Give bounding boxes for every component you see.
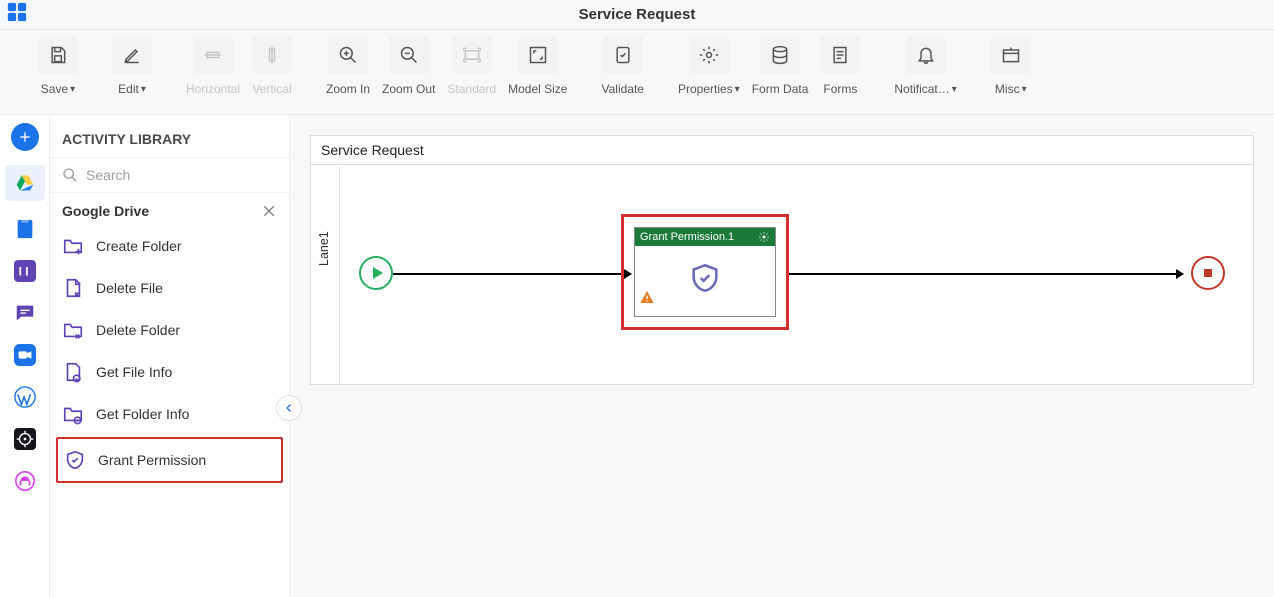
bell-icon — [916, 45, 936, 65]
zoom-standard-button: Standard — [443, 36, 500, 96]
fit-icon — [462, 45, 482, 65]
misc-button[interactable]: Misc▾ — [987, 36, 1035, 96]
shield-check-icon — [64, 449, 86, 471]
file-info-icon — [62, 361, 84, 383]
zoom-in-icon — [338, 45, 358, 65]
activity-node-title: Grant Permission.1 — [640, 231, 734, 243]
activity-grant-permission[interactable]: Grant Permission — [56, 437, 283, 483]
lane-divider — [339, 167, 340, 384]
rail-google-drive[interactable] — [5, 165, 45, 201]
gear-icon[interactable] — [758, 231, 770, 243]
process-pool[interactable]: Service Request Lane1 Grant Permission.1 — [310, 135, 1254, 385]
activity-create-folder[interactable]: Create Folder — [50, 225, 289, 267]
zoom-out-button[interactable]: Zoom Out — [378, 36, 439, 96]
chevron-down-icon: ▾ — [735, 84, 740, 95]
align-vertical-icon — [262, 45, 282, 65]
apps-icon[interactable] — [6, 1, 28, 28]
warning-icon — [639, 289, 655, 310]
search-icon — [62, 166, 78, 184]
sidebar-title: ACTIVITY LIBRARY — [50, 115, 289, 158]
validate-button[interactable]: Validate — [597, 36, 647, 96]
lane-label: Lane1 — [317, 231, 331, 266]
rail-clipboard[interactable] — [11, 215, 39, 243]
chevron-down-icon: ▾ — [70, 84, 75, 95]
folder-info-icon — [62, 403, 84, 425]
rail-target[interactable] — [11, 425, 39, 453]
database-icon — [770, 45, 790, 65]
sequence-flow-2[interactable] — [789, 273, 1183, 275]
page-title: Service Request — [0, 6, 1274, 23]
end-event[interactable] — [1191, 256, 1225, 290]
toolbar: Save▾ Edit▾ Horizontal Vertical Zoom In … — [0, 30, 1274, 115]
sequence-flow-1[interactable] — [393, 273, 631, 275]
chevron-down-icon: ▾ — [1022, 84, 1027, 95]
section-google-drive: Google Drive — [50, 193, 289, 225]
misc-icon — [1001, 45, 1021, 65]
top-bar: Service Request — [0, 0, 1274, 30]
validate-icon — [613, 45, 633, 65]
search-input[interactable] — [86, 167, 277, 183]
zoom-in-button[interactable]: Zoom In — [322, 36, 374, 96]
rail-chat[interactable] — [11, 299, 39, 327]
shield-check-icon — [688, 261, 722, 300]
add-button[interactable] — [11, 123, 39, 151]
edit-button[interactable]: Edit▾ — [108, 36, 156, 96]
save-button[interactable]: Save▾ — [34, 36, 82, 96]
notifications-button[interactable]: Notificat…▾ — [890, 36, 960, 96]
close-icon[interactable] — [261, 203, 277, 219]
left-rail: I I — [0, 115, 50, 597]
model-size-button[interactable]: Model Size — [504, 36, 571, 96]
edit-icon — [122, 45, 142, 65]
folder-x-icon — [62, 319, 84, 341]
activity-node-highlight: Grant Permission.1 — [621, 214, 789, 330]
rail-video[interactable] — [11, 341, 39, 369]
search-box[interactable] — [50, 158, 289, 193]
align-vertical-button: Vertical — [248, 36, 296, 96]
rail-form[interactable]: I I — [11, 257, 39, 285]
pool-title: Service Request — [311, 136, 1253, 165]
canvas-area: Service Request Lane1 Grant Permission.1 — [290, 115, 1274, 597]
chevron-left-icon — [283, 402, 295, 414]
file-x-icon — [62, 277, 84, 299]
activity-get-folder-info[interactable]: Get Folder Info — [50, 393, 289, 435]
activity-get-file-info[interactable]: Get File Info — [50, 351, 289, 393]
forms-button[interactable]: Forms — [816, 36, 864, 96]
start-event[interactable] — [359, 256, 393, 290]
activity-delete-folder[interactable]: Delete Folder — [50, 309, 289, 351]
gear-icon — [699, 45, 719, 65]
save-icon — [48, 45, 68, 65]
rail-wordpress[interactable] — [11, 383, 39, 411]
chevron-down-icon: ▾ — [141, 84, 146, 95]
zoom-out-icon — [399, 45, 419, 65]
activity-node-grant-permission[interactable]: Grant Permission.1 — [634, 227, 776, 317]
svg-text:I I: I I — [18, 265, 28, 279]
rail-support[interactable] — [11, 467, 39, 495]
align-horizontal-icon — [203, 45, 223, 65]
model-size-icon — [528, 45, 548, 65]
activity-delete-file[interactable]: Delete File — [50, 267, 289, 309]
sidebar: ACTIVITY LIBRARY Google Drive Create Fol… — [50, 115, 290, 597]
chevron-down-icon: ▾ — [952, 84, 957, 95]
align-horizontal-button: Horizontal — [182, 36, 244, 96]
form-icon — [830, 45, 850, 65]
folder-plus-icon — [62, 235, 84, 257]
form-data-button[interactable]: Form Data — [748, 36, 813, 96]
collapse-sidebar-button[interactable] — [276, 395, 302, 421]
properties-button[interactable]: Properties▾ — [674, 36, 744, 96]
